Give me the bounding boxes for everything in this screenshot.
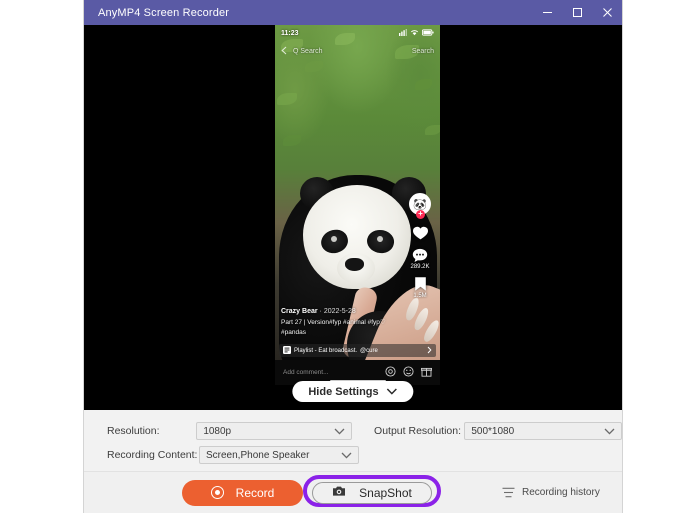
panda-eye-right: [377, 236, 383, 242]
output-resolution-value: 500*1080: [471, 425, 515, 437]
chevron-down-icon: [334, 428, 345, 435]
resolution-select[interactable]: 1080p: [196, 422, 353, 440]
hide-settings-label: Hide Settings: [308, 385, 379, 398]
recording-content-select[interactable]: Screen,Phone Speaker: [199, 446, 359, 464]
chevron-down-icon: [387, 386, 398, 398]
close-button[interactable]: [592, 0, 622, 25]
at-mention-icon[interactable]: [385, 366, 396, 379]
output-resolution-label: Output Resolution:: [374, 425, 462, 437]
signal-icon: [399, 29, 407, 38]
resolution-value: 1080p: [203, 425, 232, 437]
resolution-label: Resolution:: [107, 425, 160, 437]
camera-icon: [332, 485, 346, 500]
video-description: Part 27 | Version#fyp #animal #fyp♡ #pan…: [281, 319, 386, 336]
phone-mirror-view[interactable]: 11:23 Q Search Search 🐼 + 289.2K 1.5M Cr…: [275, 25, 440, 385]
panda-nose: [345, 258, 364, 271]
recording-history-label: Recording history: [522, 487, 600, 498]
app-title: AnyMP4 Screen Recorder: [98, 6, 230, 19]
bookmark-icon[interactable]: [414, 276, 427, 292]
gift-icon[interactable]: [420, 366, 433, 379]
hide-settings-button[interactable]: Hide Settings: [292, 381, 414, 402]
status-time: 11:23: [281, 30, 299, 37]
maximize-icon: [572, 7, 583, 18]
settings-row-recording-content: Recording Content: Screen,Phone Speaker: [84, 443, 622, 467]
recording-content-value: Screen,Phone Speaker: [206, 449, 310, 461]
maximize-button[interactable]: [562, 0, 592, 25]
record-button[interactable]: Record: [182, 479, 303, 506]
phone-nav-bar: Q Search Search: [275, 43, 440, 59]
screenshot-root: AnyMP4 Screen Recorder 11:23 Q Search Se…: [0, 0, 700, 513]
back-chevron-icon[interactable]: [281, 46, 287, 57]
caption-title-row: Crazy Bear · 2022-5-28: [281, 307, 401, 318]
rail-item-comment[interactable]: 289.2K: [410, 248, 430, 270]
chevron-down-icon: [341, 452, 352, 459]
video-caption: Crazy Bear · 2022-5-28 Part 27 | Version…: [281, 307, 401, 337]
bookmark-count: 1.5M: [413, 293, 427, 299]
phone-status-bar: 11:23: [275, 25, 440, 42]
output-resolution-select[interactable]: 500*1080: [464, 422, 622, 440]
emoji-icon[interactable]: [403, 366, 414, 379]
recording-history-button[interactable]: Recording history: [502, 487, 600, 498]
snapshot-button[interactable]: SnapShot: [312, 481, 432, 504]
comment-count: 289.2K: [410, 264, 430, 270]
rail-item-like[interactable]: [412, 225, 429, 242]
snapshot-label: SnapShot: [359, 485, 412, 500]
chevron-right-icon[interactable]: [427, 346, 432, 356]
playlist-label: Playlist - Eat broadcast.: [294, 347, 358, 354]
video-date: · 2022-5-28: [319, 307, 356, 315]
list-icon: [502, 487, 515, 498]
panda-eye-left: [331, 236, 337, 242]
battery-icon: [421, 29, 434, 38]
video-author[interactable]: Crazy Bear: [281, 308, 318, 315]
title-bar: AnyMP4 Screen Recorder: [84, 0, 622, 25]
minimize-icon: [542, 7, 553, 18]
wifi-icon: [410, 29, 419, 38]
preview-area: 11:23 Q Search Search 🐼 + 289.2K 1.5M Cr…: [84, 25, 622, 410]
minimize-button[interactable]: [532, 0, 562, 25]
comment-icon[interactable]: [412, 248, 428, 263]
comment-input-placeholder[interactable]: Add comment...: [283, 369, 329, 376]
rail-item-avatar[interactable]: 🐼 +: [409, 193, 431, 219]
record-dot-icon: [210, 486, 224, 499]
status-icon-group: [399, 29, 434, 38]
record-label: Record: [235, 485, 275, 500]
settings-row-resolution: Resolution: 1080p Output Resolution: 500…: [84, 419, 622, 443]
phone-nav-action[interactable]: Search: [412, 48, 434, 55]
action-bar: Record SnapShot Recording history: [84, 472, 622, 513]
close-icon: [602, 7, 613, 18]
heart-icon[interactable]: [412, 225, 429, 241]
chevron-down-icon: [604, 428, 615, 435]
playlist-bar[interactable]: Playlist - Eat broadcast. @cure: [279, 344, 436, 357]
recording-content-label: Recording Content:: [107, 449, 198, 461]
follow-plus-badge[interactable]: +: [416, 210, 425, 219]
video-action-rail: 🐼 + 289.2K 1.5M: [404, 193, 436, 299]
video-date-value: 2022-5-28: [323, 307, 356, 315]
playlist-icon: [283, 345, 291, 356]
avatar-wrapper[interactable]: 🐼 +: [409, 193, 431, 219]
comment-bar-icons: [385, 366, 433, 379]
playlist-handle[interactable]: @cure: [360, 348, 378, 354]
app-window: AnyMP4 Screen Recorder 11:23 Q Search Se…: [84, 0, 622, 513]
settings-panel: Resolution: 1080p Output Resolution: 500…: [84, 410, 622, 472]
phone-nav-title: Q Search: [293, 47, 323, 55]
rail-item-bookmark[interactable]: 1.5M: [413, 276, 427, 299]
